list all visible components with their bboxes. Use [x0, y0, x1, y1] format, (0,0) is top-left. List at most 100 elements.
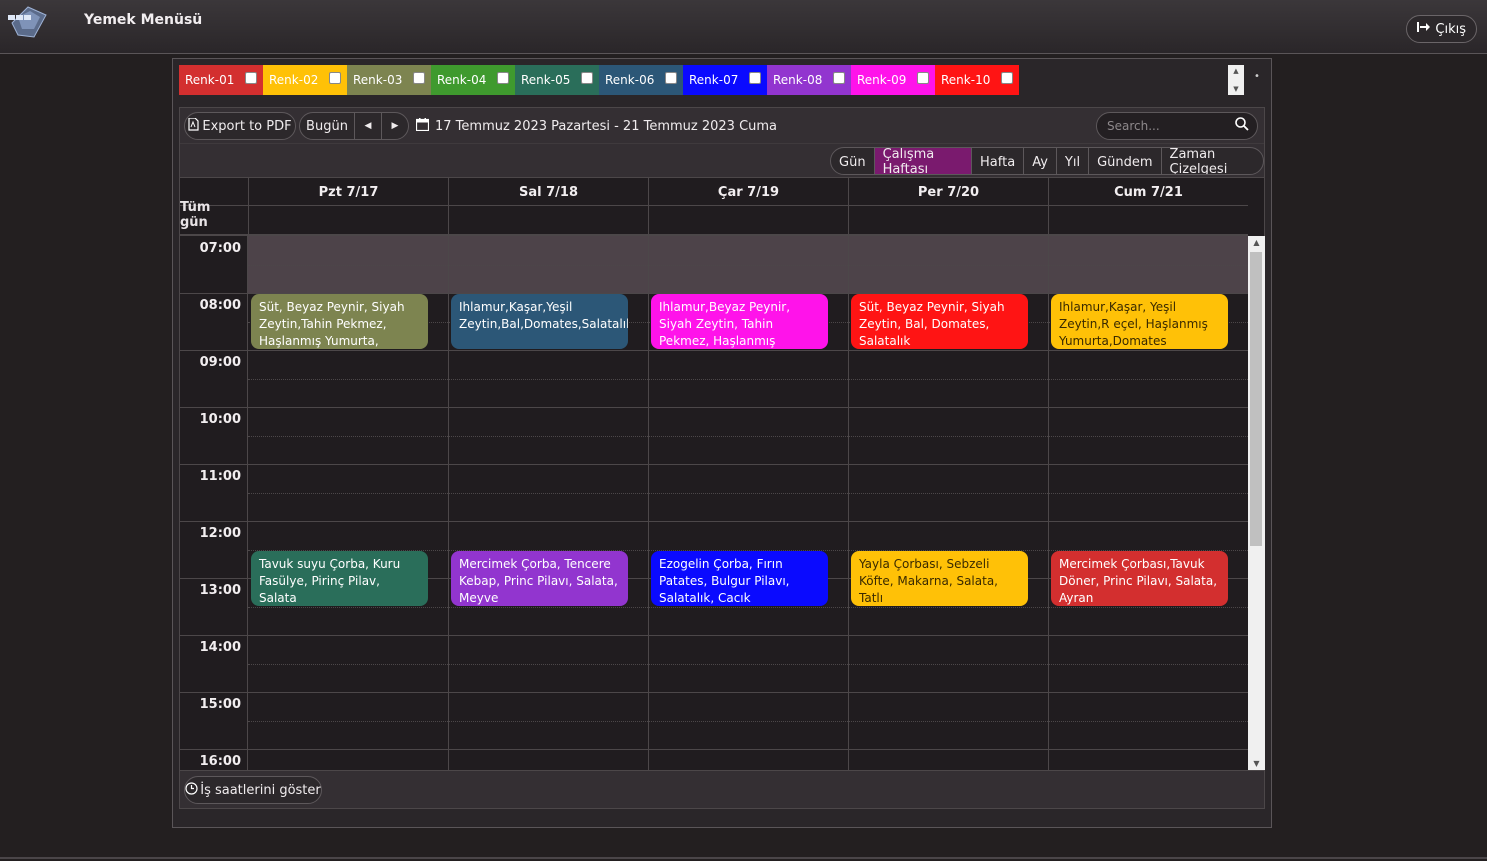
view-button[interactable]: Çalışma Haftası — [873, 148, 972, 174]
calendar-event[interactable]: Tavuk suyu Çorba, Kuru Fasülye, Pirinç P… — [251, 550, 428, 606]
business-hours-button[interactable]: İş saatlerini göster — [184, 776, 322, 804]
allday-cell[interactable] — [648, 206, 848, 234]
view-button[interactable]: Zaman Çizelgesi — [1160, 148, 1263, 174]
app-logo-icon — [4, 3, 52, 41]
color-chip[interactable]: Renk-07 — [683, 65, 767, 95]
time-label: 12:00 — [199, 526, 241, 541]
allday-label: Tüm gün — [180, 200, 211, 230]
top-bar: Yemek Menüsü Çıkış — [0, 0, 1487, 54]
view-button[interactable]: Ay — [1023, 148, 1056, 174]
color-chip[interactable]: Renk-08 — [767, 65, 851, 95]
day-header[interactable]: Sal 7/18 — [448, 178, 648, 206]
color-chip-label: Renk-03 — [353, 73, 403, 87]
time-grid-body: 07:00 08:00 09:00 10:00 11:00 12:00 13:00 14:00… — [180, 236, 1266, 770]
color-checkbox[interactable] — [413, 72, 425, 84]
today-button[interactable]: Bugün — [299, 112, 355, 140]
calendar-event[interactable]: Süt, Beyaz Peynir, Siyah Zeytin,Tahin Pe… — [251, 294, 428, 349]
time-grid[interactable]: Süt, Beyaz Peynir, Siyah Zeytin,Tahin Pe… — [248, 236, 1248, 770]
color-chip[interactable]: Renk-10 — [935, 65, 1019, 95]
time-column: 07:00 08:00 09:00 10:00 11:00 12:00 13:00 14:00… — [180, 236, 248, 770]
time-label: 10:00 — [199, 412, 241, 427]
hour-line — [248, 749, 1248, 750]
color-checkbox[interactable] — [833, 72, 845, 84]
calendar-event[interactable]: Mercimek Çorba, Tencere Kebap, Princ Pil… — [451, 550, 628, 606]
time-separator — [180, 692, 248, 693]
half-hour-line — [248, 264, 1248, 266]
time-label: 15:00 — [199, 697, 241, 712]
view-button[interactable]: Yıl — [1055, 148, 1088, 174]
color-chip-label: Renk-04 — [437, 73, 487, 87]
color-chip-label: Renk-02 — [269, 73, 319, 87]
export-pdf-button[interactable]: Export to PDF — [184, 112, 296, 140]
next-button[interactable]: ▶ — [381, 112, 409, 140]
scroll-up-icon[interactable]: ▲ — [1233, 67, 1238, 75]
today-label: Bugün — [306, 118, 348, 134]
date-range-picker[interactable]: 17 Temmuz 2023 Pazartesi - 21 Temmuz 202… — [415, 118, 777, 135]
scroll-up-icon[interactable]: ▲ — [1248, 238, 1265, 247]
grid-scrollbar[interactable]: ▲ ▼ — [1248, 236, 1265, 770]
color-chip-label: Renk-09 — [857, 73, 907, 87]
day-header[interactable]: Çar 7/19 — [648, 178, 848, 206]
color-filter-strip: Renk-01 Renk-02 Renk-03 Renk-04 Renk-05 Renk-… — [179, 65, 1019, 95]
time-separator — [180, 578, 248, 579]
logout-button[interactable]: Çıkış — [1406, 15, 1477, 43]
half-hour-line — [248, 435, 1248, 437]
color-chip[interactable]: Renk-03 — [347, 65, 431, 95]
allday-cell[interactable] — [848, 206, 1048, 234]
app-title: Yemek Menüsü — [84, 12, 203, 28]
color-chip[interactable]: Renk-09 — [851, 65, 935, 95]
color-checkbox[interactable] — [917, 72, 929, 84]
allday-cell[interactable] — [448, 206, 648, 234]
allday-cell[interactable] — [248, 206, 448, 234]
scheduler-toolbar: Export to PDF Bugün ◀ ▶ 17 Temmuz 2023 P… — [180, 108, 1264, 144]
color-chip-label: Renk-07 — [689, 73, 739, 87]
color-checkbox[interactable] — [329, 72, 341, 84]
calendar-event[interactable]: Yayla Çorbası, Sebzeli Köfte, Makarna, S… — [851, 550, 1028, 606]
hour-line — [248, 407, 1248, 408]
color-chip[interactable]: Renk-04 — [431, 65, 515, 95]
view-button[interactable]: Hafta — [971, 148, 1023, 174]
view-button[interactable]: Gün — [831, 148, 874, 174]
color-checkbox[interactable] — [665, 72, 677, 84]
color-checkbox[interactable] — [749, 72, 761, 84]
scrollbar-thumb[interactable] — [1250, 252, 1262, 546]
time-separator — [180, 350, 248, 351]
calendar-event[interactable]: Ihlamur,Kaşar, Yeşil Zeytin,R eçel, Haşl… — [1051, 294, 1228, 349]
color-strip-scrollbar[interactable]: ▲ ▼ — [1228, 65, 1244, 95]
scroll-down-icon[interactable]: ▼ — [1233, 85, 1238, 93]
day-header[interactable]: Pzt 7/17 — [248, 178, 448, 206]
color-chip-label: Renk-10 — [941, 73, 991, 87]
search-icon[interactable] — [1235, 117, 1249, 135]
color-checkbox[interactable] — [1001, 72, 1013, 84]
time-label: 09:00 — [199, 355, 241, 370]
calendar-event[interactable]: Süt, Beyaz Peynir, Siyah Zeytin, Bal, Do… — [851, 294, 1028, 349]
clock-icon — [185, 781, 198, 799]
day-header[interactable]: Cum 7/21 — [1048, 178, 1248, 206]
view-button[interactable]: Gündem — [1088, 148, 1160, 174]
export-pdf-label: Export to PDF — [202, 118, 292, 134]
hour-line — [248, 692, 1248, 693]
color-checkbox[interactable] — [497, 72, 509, 84]
color-chip[interactable]: Renk-06 — [599, 65, 683, 95]
color-chip[interactable]: Renk-05 — [515, 65, 599, 95]
color-checkbox[interactable] — [581, 72, 593, 84]
calendar-event[interactable]: Ezogelin Çorba, Fırın Patates, Bulgur Pi… — [651, 550, 828, 606]
color-checkbox[interactable] — [245, 72, 257, 84]
previous-button[interactable]: ◀ — [354, 112, 382, 140]
color-chip[interactable]: Renk-02 — [263, 65, 347, 95]
day-column-line — [648, 236, 649, 770]
day-header[interactable]: Per 7/20 — [848, 178, 1048, 206]
calendar-event[interactable]: Ihlamur,Kaşar,Yeşil Zeytin,Bal,Domates,S… — [451, 294, 628, 349]
time-label: 14:00 — [199, 640, 241, 655]
calendar-event[interactable]: Mercimek Çorbası,Tavuk Döner, Princ Pila… — [1051, 550, 1228, 606]
allday-cell[interactable] — [1048, 206, 1248, 234]
color-chip-label: Renk-06 — [605, 73, 655, 87]
scheduler-footer: İş saatlerini göster — [180, 770, 1264, 808]
scroll-down-icon[interactable]: ▼ — [1248, 759, 1265, 768]
view-toolbar: Gün Çalışma Haftası Hafta Ay Yıl Gündem Zaman … — [180, 144, 1264, 178]
search-box[interactable] — [1096, 112, 1258, 140]
hour-line — [248, 521, 1248, 522]
calendar-event[interactable]: Ihlamur,Beyaz Peynir, Siyah Zeytin, Tahi… — [651, 294, 828, 349]
color-chip[interactable]: Renk-01 — [179, 65, 263, 95]
search-input[interactable] — [1105, 118, 1225, 134]
